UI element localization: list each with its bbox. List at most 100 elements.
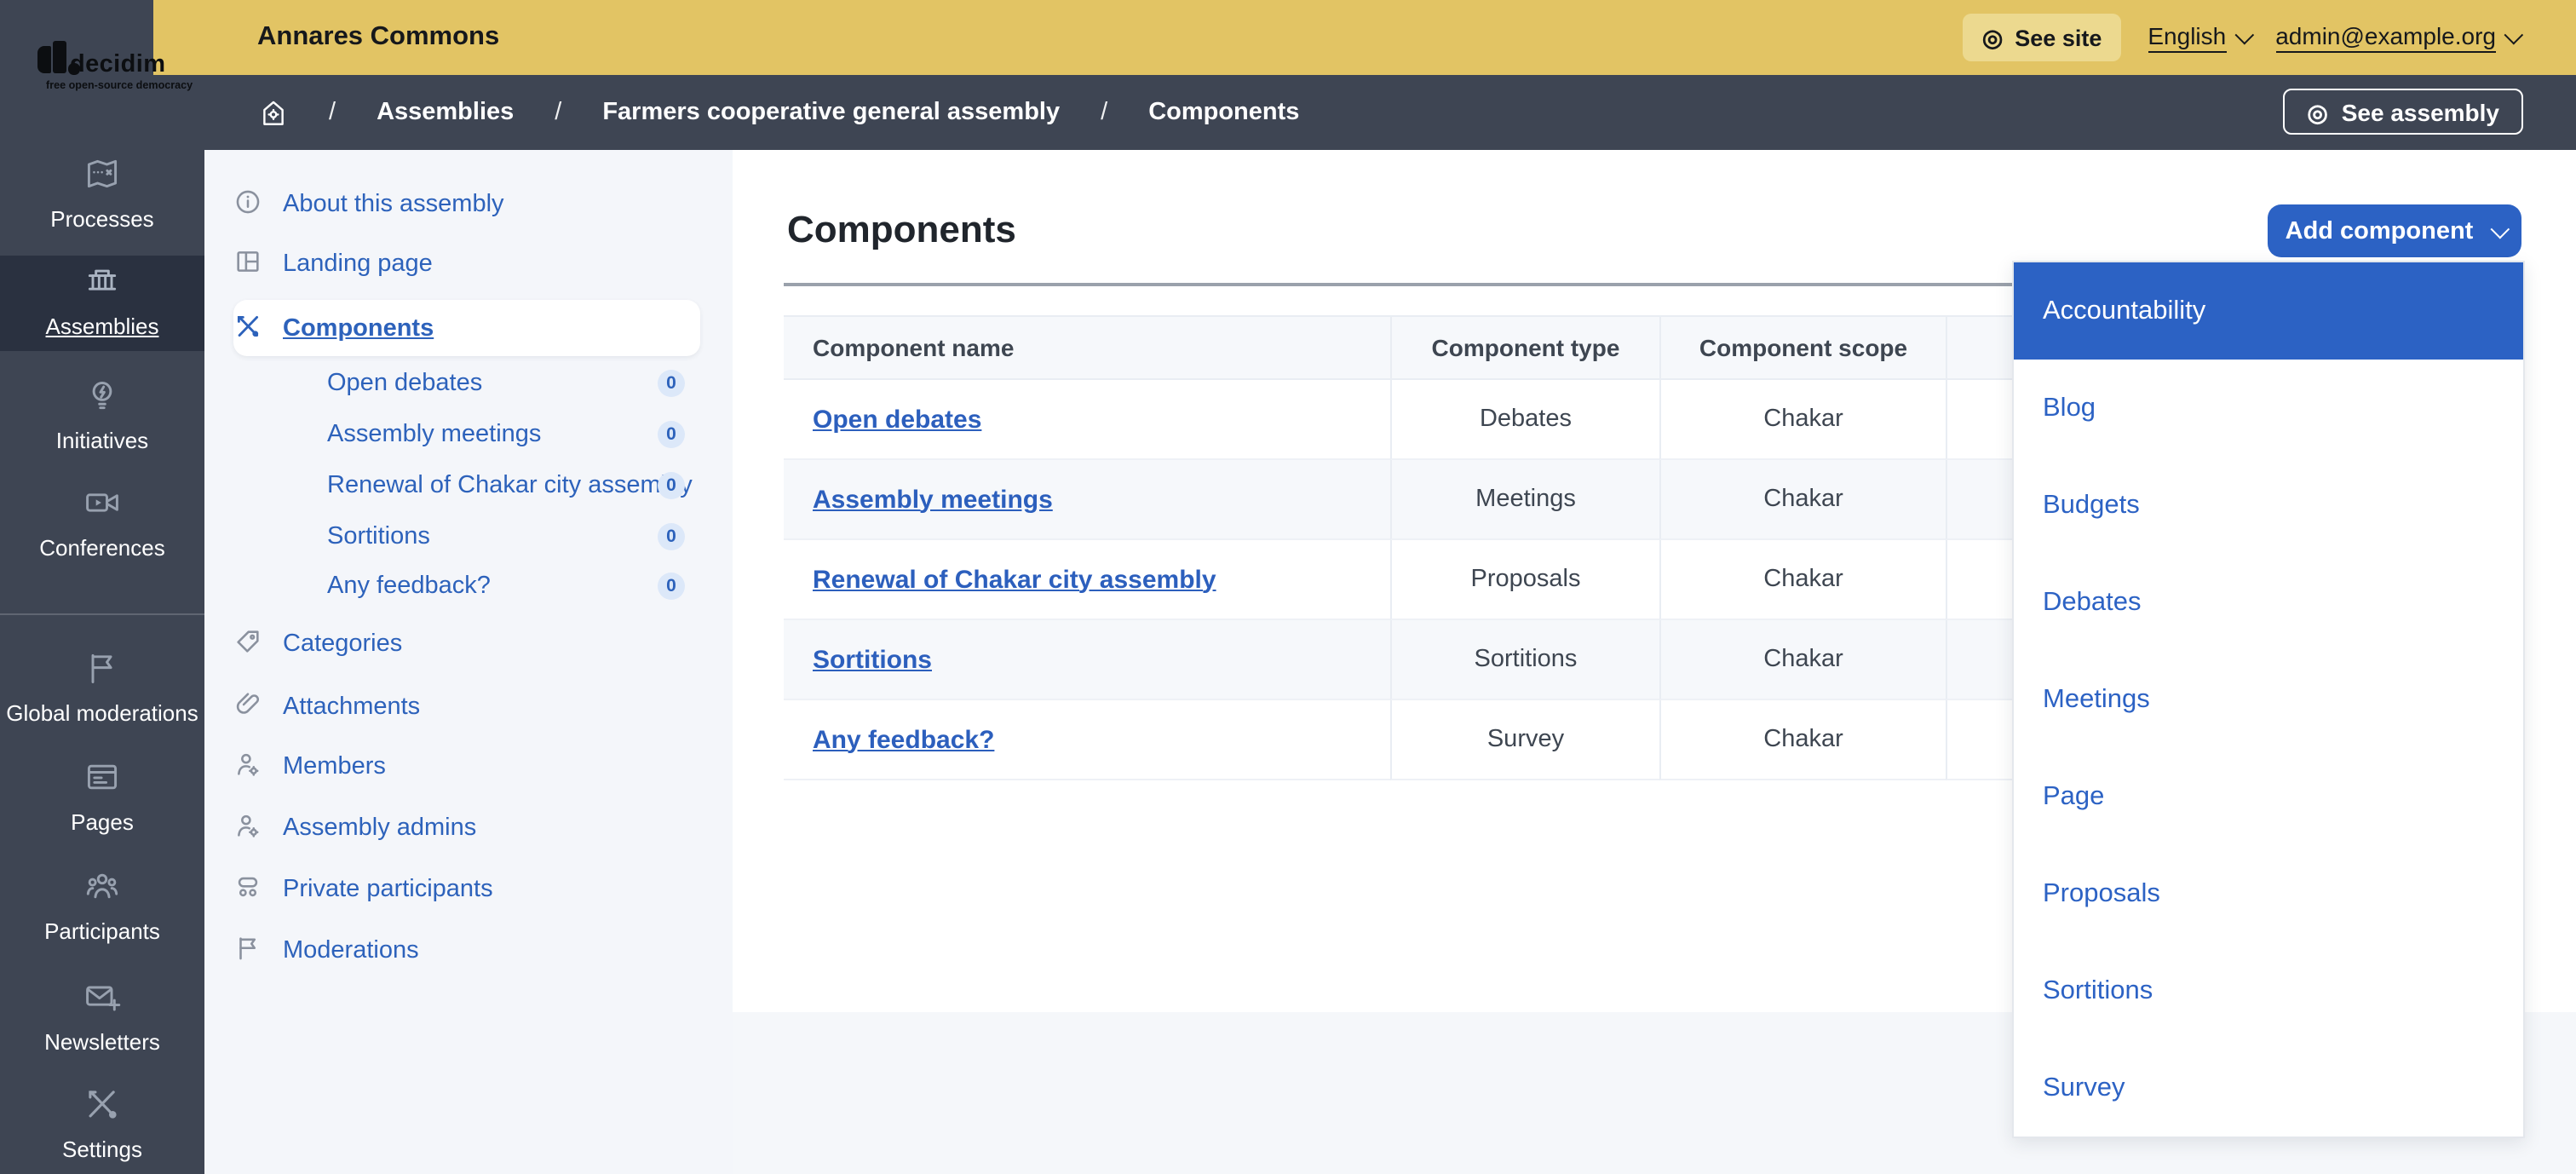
- nav-item-label: Pages: [71, 809, 134, 835]
- sidebar-subitem-any-feedback[interactable]: Any feedback?: [233, 561, 491, 612]
- sidebar-divider: [0, 613, 204, 615]
- count-badge: 0: [658, 421, 685, 448]
- sidebar-item-components[interactable]: Components: [233, 303, 434, 354]
- component-link[interactable]: Assembly meetings: [813, 485, 1053, 514]
- component-link[interactable]: Open debates: [813, 405, 981, 434]
- sidebar-subitem-label: Assembly meetings: [327, 421, 541, 448]
- sidebar-item-label: Attachments: [283, 693, 420, 721]
- menu-item-meetings[interactable]: Meetings: [2014, 651, 2523, 748]
- table-row-cell: Chakar: [1659, 380, 1946, 460]
- nav-item-newsletters[interactable]: Newsletters: [0, 978, 204, 1055]
- sidebar-item-categories[interactable]: Categories: [233, 619, 402, 670]
- sidebar-item-landing-page[interactable]: Landing page: [233, 239, 433, 290]
- tag-icon: [233, 626, 283, 662]
- menu-item-budgets[interactable]: Budgets: [2014, 457, 2523, 554]
- table-row-cell: Chakar: [1659, 460, 1946, 540]
- column-header-scope: Component scope: [1659, 315, 1946, 380]
- component-link[interactable]: Renewal of Chakar city assembly: [813, 565, 1216, 594]
- user-gear-icon: [233, 749, 283, 785]
- table-row-cell: Meetings: [1390, 460, 1659, 540]
- sidebar-item-about-assembly[interactable]: About this assembly: [233, 179, 504, 230]
- breadcrumb-separator: /: [555, 99, 561, 126]
- sidebar-item-label: Members: [283, 753, 386, 780]
- language-label: English: [2148, 22, 2226, 53]
- sidebar-subitem-renewal[interactable]: Renewal of Chakar city assembly: [233, 460, 693, 511]
- sidebar-item-label: Landing page: [283, 250, 433, 278]
- sidebar-item-label: Assembly admins: [283, 814, 476, 842]
- component-link[interactable]: Sortitions: [813, 645, 932, 674]
- table-row-cell: Renewal of Chakar city assembly: [784, 540, 1390, 620]
- menu-item-debates[interactable]: Debates: [2014, 554, 2523, 651]
- see-site-label: See site: [2015, 25, 2102, 50]
- breadcrumb-assembly-name[interactable]: Farmers cooperative general assembly: [602, 99, 1060, 126]
- breadcrumb-components[interactable]: Components: [1148, 99, 1299, 126]
- chevron-down-icon: [2234, 26, 2254, 45]
- table-row-cell: Chakar: [1659, 620, 1946, 700]
- sidebar-subitem-open-debates[interactable]: Open debates: [233, 358, 482, 409]
- people-group-icon: [83, 867, 121, 913]
- sidebar-subitem-label: Renewal of Chakar city assembly: [327, 472, 693, 499]
- flag-icon: [233, 933, 283, 969]
- see-assembly-label: See assembly: [2342, 98, 2499, 125]
- nav-item-label: Participants: [44, 918, 160, 944]
- nav-item-initiatives[interactable]: Initiatives: [0, 377, 204, 453]
- table-row-cell: Sortitions: [1390, 620, 1659, 700]
- table-row-cell: Chakar: [1659, 540, 1946, 620]
- nav-item-label: Global moderations: [6, 700, 198, 726]
- nav-item-conferences[interactable]: Conferences: [0, 484, 204, 561]
- nav-item-pages[interactable]: Pages: [0, 758, 204, 835]
- nav-item-label: Conferences: [39, 535, 164, 561]
- decidim-logo[interactable]: decidim free open-source democracy: [24, 41, 201, 99]
- sidebar-item-private-participants[interactable]: Private participants: [233, 864, 493, 915]
- breadcrumb: / Assemblies / Farmers cooperative gener…: [204, 98, 1299, 127]
- nav-item-global-moderations[interactable]: Global moderations: [0, 649, 204, 726]
- language-selector[interactable]: English: [2148, 22, 2248, 53]
- user-gear-icon: [233, 810, 283, 846]
- account-label: admin@example.org: [2275, 22, 2496, 53]
- home-icon[interactable]: [259, 98, 288, 127]
- sidebar-item-assembly-admins[interactable]: Assembly admins: [233, 803, 476, 854]
- sidebar-item-attachments[interactable]: Attachments: [233, 682, 420, 733]
- sidebar-subitem-label: Open debates: [327, 370, 482, 397]
- breadcrumb-bar: / Assemblies / Farmers cooperative gener…: [204, 75, 2576, 150]
- menu-item-page[interactable]: Page: [2014, 748, 2523, 845]
- menu-item-survey[interactable]: Survey: [2014, 1039, 2523, 1137]
- menu-item-sortitions[interactable]: Sortitions: [2014, 942, 2523, 1039]
- eye-icon: ◎: [2307, 100, 2327, 124]
- sidebar-subitem-sortitions[interactable]: Sortitions: [233, 511, 430, 562]
- page-window-icon: [83, 758, 121, 804]
- nav-item-settings[interactable]: Settings: [0, 1085, 204, 1162]
- team-icon: [233, 872, 283, 907]
- nav-item-assemblies[interactable]: Assemblies: [0, 262, 204, 339]
- table-row-cell: Proposals: [1390, 540, 1659, 620]
- nav-item-label: Processes: [50, 206, 153, 232]
- table-row-cell: Chakar: [1659, 700, 1946, 780]
- tools-icon: [233, 311, 283, 347]
- mail-plus-icon: [83, 978, 121, 1024]
- menu-item-blog[interactable]: Blog: [2014, 360, 2523, 457]
- account-menu[interactable]: admin@example.org: [2275, 22, 2518, 53]
- component-link[interactable]: Any feedback?: [813, 725, 994, 754]
- add-component-menu: Accountability Blog Budgets Debates Meet…: [2012, 261, 2525, 1138]
- count-badge: 0: [658, 472, 685, 499]
- nav-item-label: Newsletters: [44, 1029, 160, 1055]
- menu-item-accountability[interactable]: Accountability: [2014, 262, 2523, 360]
- sidebar-item-moderations[interactable]: Moderations: [233, 925, 419, 976]
- sidebar-subitem-assembly-meetings[interactable]: Assembly meetings: [233, 409, 541, 460]
- eye-icon: ◎: [1982, 26, 2003, 49]
- table-row-cell: Assembly meetings: [784, 460, 1390, 540]
- nav-item-participants[interactable]: Participants: [0, 867, 204, 944]
- chevron-down-icon: [2504, 26, 2524, 45]
- table-row-cell: Any feedback?: [784, 700, 1390, 780]
- add-component-button[interactable]: Add component: [2268, 204, 2521, 257]
- nav-item-processes[interactable]: Processes: [0, 155, 204, 232]
- sidebar-subitem-label: Any feedback?: [327, 573, 491, 600]
- see-site-button[interactable]: ◎ See site: [1964, 14, 2121, 61]
- see-assembly-button[interactable]: ◎ See assembly: [2283, 89, 2523, 135]
- lightbulb-icon: [83, 377, 121, 423]
- sidebar-item-members[interactable]: Members: [233, 741, 386, 792]
- menu-item-proposals[interactable]: Proposals: [2014, 845, 2523, 942]
- breadcrumb-assemblies[interactable]: Assemblies: [377, 99, 514, 126]
- count-badge: 0: [658, 523, 685, 550]
- layout-icon: [233, 246, 283, 282]
